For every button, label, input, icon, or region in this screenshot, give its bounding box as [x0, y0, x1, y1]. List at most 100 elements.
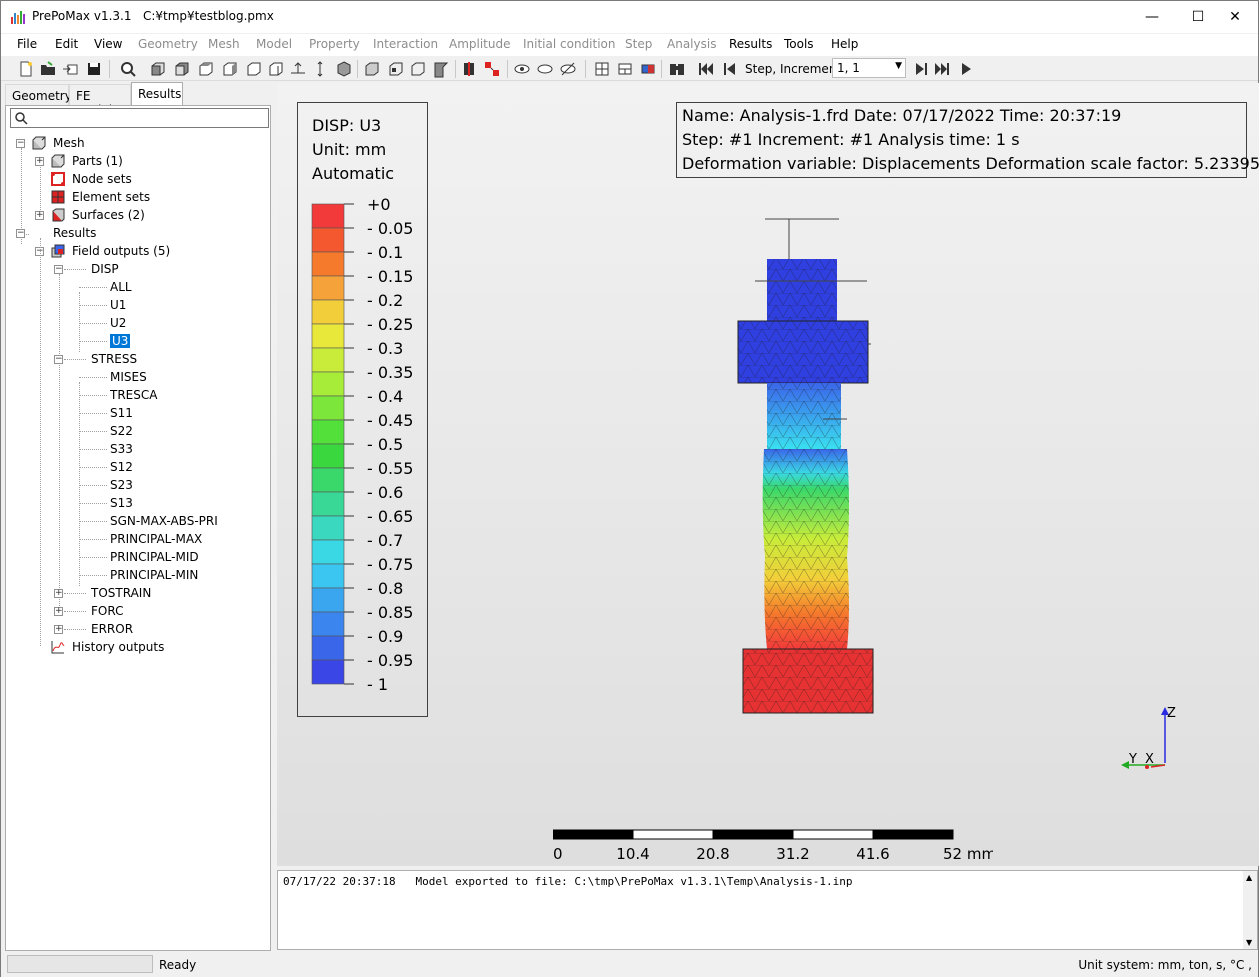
- tree-mesh[interactable]: Mesh: [53, 134, 85, 152]
- tree-error[interactable]: ERROR: [91, 620, 133, 638]
- menu-amplitude[interactable]: Amplitude: [449, 37, 511, 51]
- tree-stress-principal-max[interactable]: PRINCIPAL-MAX: [110, 530, 202, 548]
- tree-parts[interactable]: Parts (1): [72, 152, 123, 170]
- tree-stress-tresca[interactable]: TRESCA: [110, 386, 157, 404]
- section-view-icon[interactable]: [431, 60, 449, 78]
- scroll-down-icon[interactable]: ▼: [1246, 938, 1252, 947]
- tree-results[interactable]: Results: [53, 224, 96, 242]
- mesh-collapse-toggle[interactable]: −: [16, 139, 25, 148]
- view-front-icon[interactable]: [149, 60, 167, 78]
- first-increment-icon[interactable]: [697, 60, 715, 78]
- tab-geometry[interactable]: Geometry: [5, 84, 72, 105]
- previous-increment-icon[interactable]: [721, 60, 739, 78]
- menu-property[interactable]: Property: [309, 37, 360, 51]
- tab-results[interactable]: Results: [131, 82, 183, 106]
- wireframe-icon[interactable]: [409, 60, 427, 78]
- tree-disp-u3[interactable]: U3: [110, 332, 131, 350]
- view-left-icon[interactable]: [245, 60, 263, 78]
- vertical-axis-icon[interactable]: [311, 60, 329, 78]
- import-icon[interactable]: [61, 60, 79, 78]
- tree-disp-u1[interactable]: U1: [110, 296, 126, 314]
- view-bottom-icon[interactable]: [221, 60, 239, 78]
- console-scrollbar[interactable]: ▲ ▼: [1243, 871, 1257, 949]
- menu-mesh[interactable]: Mesh: [208, 37, 240, 51]
- step-increment-select[interactable]: 1, 1 ▼: [832, 58, 906, 78]
- tree-disp-all[interactable]: ALL: [110, 278, 132, 296]
- tree-stress-sgn-max-abs-pri[interactable]: SGN-MAX-ABS-PRI: [110, 512, 218, 530]
- tree-stress-s13[interactable]: S13: [110, 494, 133, 512]
- save-icon[interactable]: [85, 60, 103, 78]
- tab-fe-model[interactable]: FE Model: [69, 84, 131, 117]
- isometric-view-icon[interactable]: [335, 60, 353, 78]
- tree-element-sets[interactable]: Element sets: [72, 188, 150, 206]
- graphics-viewport[interactable]: DISP: U3 Unit: mm Automatic +0- 0.05- 0.…: [277, 83, 1259, 866]
- tree-disp-u2-label: U2: [110, 316, 127, 330]
- menu-results[interactable]: Results: [729, 37, 772, 51]
- view-right-icon[interactable]: [267, 60, 285, 78]
- menu-initial-condition[interactable]: Initial condition: [523, 37, 616, 51]
- new-file-icon[interactable]: [17, 60, 35, 78]
- tree-surfaces[interactable]: Surfaces (2): [72, 206, 145, 224]
- hide-icon[interactable]: [536, 60, 554, 78]
- tree-disp-u2[interactable]: U2: [110, 314, 126, 332]
- play-animation-icon[interactable]: [957, 60, 975, 78]
- tree-stress-s23[interactable]: S23: [110, 476, 133, 494]
- open-file-icon[interactable]: [39, 60, 57, 78]
- tree-stress[interactable]: STRESS: [91, 350, 137, 368]
- disp-collapse-toggle[interactable]: −: [54, 265, 63, 274]
- menu-geometry[interactable]: Geometry: [138, 37, 198, 51]
- menu-interaction[interactable]: Interaction: [373, 37, 438, 51]
- tree-tostrain[interactable]: TOSTRAIN: [91, 584, 151, 602]
- tree-stress-s11[interactable]: S11: [110, 404, 133, 422]
- tree-node-sets[interactable]: Node sets: [72, 170, 132, 188]
- grid-view-icon[interactable]: [593, 60, 611, 78]
- tree-stress-principal-mid[interactable]: PRINCIPAL-MID: [110, 548, 199, 566]
- tostrain-expand-toggle[interactable]: +: [54, 589, 63, 598]
- minimize-button[interactable]: —: [1129, 1, 1175, 33]
- legend-label: - 0.4: [367, 387, 403, 406]
- show-all-icon[interactable]: [559, 60, 577, 78]
- zoom-icon[interactable]: [119, 60, 137, 78]
- menu-help[interactable]: Help: [831, 37, 858, 51]
- surfaces-expand-toggle[interactable]: +: [35, 211, 44, 220]
- tree-search-input[interactable]: [10, 108, 269, 128]
- results-view-icon[interactable]: [668, 60, 686, 78]
- last-increment-icon[interactable]: [933, 60, 951, 78]
- section-cut-icon[interactable]: [461, 60, 479, 78]
- next-increment-icon[interactable]: [912, 60, 930, 78]
- tree-disp[interactable]: DISP: [91, 260, 119, 278]
- view-back-icon[interactable]: [173, 60, 191, 78]
- tree-stress-mises[interactable]: MISES: [110, 368, 147, 386]
- tree-stress-s33[interactable]: S33: [110, 440, 133, 458]
- tree-stress-s12[interactable]: S12: [110, 458, 133, 476]
- parts-expand-toggle[interactable]: +: [35, 157, 44, 166]
- tree-stress-s22[interactable]: S22: [110, 422, 133, 440]
- tree-forc[interactable]: FORC: [91, 602, 123, 620]
- view-top-icon[interactable]: [197, 60, 215, 78]
- stress-collapse-toggle[interactable]: −: [54, 355, 63, 364]
- close-button[interactable]: ✕: [1212, 1, 1258, 33]
- view-normal-icon[interactable]: [289, 60, 307, 78]
- tree-stress-principal-min[interactable]: PRINCIPAL-MIN: [110, 566, 198, 584]
- color-bar-icon[interactable]: [639, 60, 657, 78]
- error-expand-toggle[interactable]: +: [54, 625, 63, 634]
- menu-step[interactable]: Step: [625, 37, 652, 51]
- tree-field-outputs[interactable]: Field outputs (5): [72, 242, 170, 260]
- shaded-icon[interactable]: [387, 60, 405, 78]
- results-collapse-toggle[interactable]: −: [16, 229, 25, 238]
- app-logo-icon: [11, 11, 25, 24]
- menu-tools[interactable]: Tools: [784, 37, 814, 51]
- menu-model[interactable]: Model: [256, 37, 292, 51]
- forc-expand-toggle[interactable]: +: [54, 607, 63, 616]
- explode-view-icon[interactable]: [483, 60, 501, 78]
- menu-view[interactable]: View: [94, 37, 122, 51]
- menu-analysis[interactable]: Analysis: [667, 37, 716, 51]
- tree-stress-tresca-label: TRESCA: [110, 388, 158, 402]
- split-view-icon[interactable]: [616, 60, 634, 78]
- tree-history-outputs[interactable]: History outputs: [72, 638, 164, 656]
- menu-edit[interactable]: Edit: [55, 37, 78, 51]
- scroll-up-icon[interactable]: ▲: [1246, 873, 1252, 882]
- menu-file[interactable]: File: [17, 37, 37, 51]
- show-icon[interactable]: [513, 60, 531, 78]
- shaded-edges-icon[interactable]: [363, 60, 381, 78]
